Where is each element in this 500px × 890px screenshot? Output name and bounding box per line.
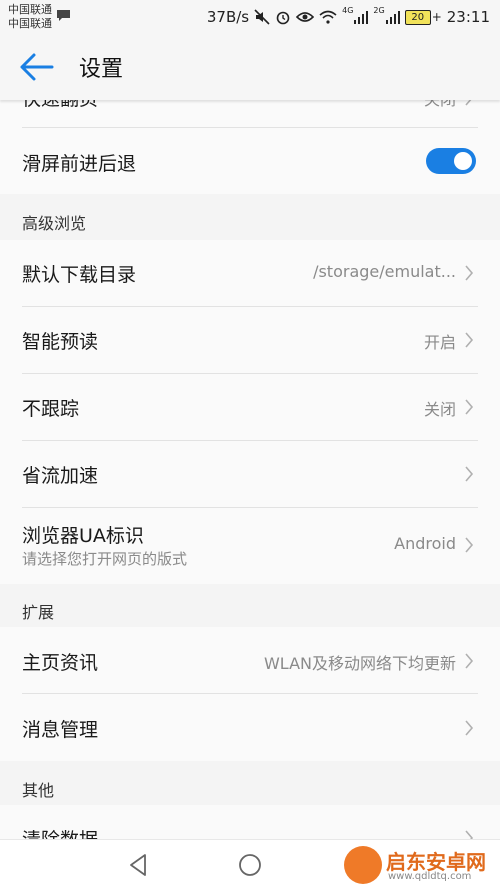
setting-user-agent[interactable]: 浏览器UA标识 请选择您打开网页的版式 Android — [0, 508, 500, 584]
message-icon — [57, 10, 70, 21]
setting-value: 关闭 — [424, 100, 456, 110]
alarm-icon — [276, 11, 290, 25]
chevron-right-icon — [465, 466, 474, 482]
toggle-knob — [454, 152, 472, 170]
chevron-right-icon — [465, 265, 474, 281]
signal-icon-2 — [385, 11, 400, 24]
setting-smart-preload[interactable]: 智能预读 开启 — [0, 307, 500, 373]
section-header-other: 其他 — [22, 781, 55, 800]
watermark-url: www.qdldtq.com — [388, 871, 472, 882]
chevron-right-icon — [465, 720, 474, 736]
setting-clear-data[interactable]: 清除数据 — [0, 805, 500, 839]
setting-value: WLAN及移动网络下均更新 — [263, 654, 456, 673]
setting-value: 关闭 — [423, 400, 456, 419]
battery-icon: 20 — [404, 9, 431, 25]
setting-label: 快速翻页 — [22, 100, 98, 111]
setting-download-dir[interactable]: 默认下载目录 /storage/emulat... — [0, 240, 500, 306]
section-header-advanced: 高级浏览 — [22, 214, 87, 233]
chevron-right-icon — [465, 399, 474, 415]
status-bar: 中国联通 中国联通 37B/s 4G 2G 20 + 23:11 — [0, 0, 500, 34]
setting-label: 消息管理 — [22, 719, 99, 741]
eye-icon — [296, 12, 315, 22]
signal-label-2: 2G — [373, 6, 385, 15]
navigation-bar: 启东安卓网 www.qdldtq.com — [0, 839, 500, 890]
settings-card-basic: 快速翻页 关闭 滑屏前进后退 — [0, 100, 500, 194]
net-speed: 37B/s — [206, 8, 250, 26]
setting-value: 开启 — [423, 333, 456, 352]
chevron-right-icon — [465, 332, 474, 348]
setting-message-management[interactable]: 消息管理 — [0, 694, 500, 761]
nav-home-icon[interactable] — [237, 852, 263, 878]
back-arrow-icon[interactable] — [18, 50, 56, 84]
setting-label: 清除数据 — [22, 825, 98, 839]
watermark-icon — [344, 846, 382, 884]
settings-card-other: 清除数据 — [0, 805, 500, 839]
charging-icon: + — [431, 10, 442, 24]
wifi-icon — [319, 10, 337, 24]
signal-icon-1 — [354, 11, 369, 24]
setting-label: 浏览器UA标识 — [22, 525, 144, 547]
setting-label: 主页资讯 — [22, 652, 99, 674]
setting-value: Android — [394, 534, 456, 553]
setting-swipe-nav[interactable]: 滑屏前进后退 — [0, 128, 500, 194]
chevron-right-icon — [465, 537, 474, 553]
carrier-2: 中国联通 — [8, 17, 52, 30]
mute-icon — [254, 9, 270, 25]
settings-card-advanced: 默认下载目录 /storage/emulat... 智能预读 开启 不跟踪 关闭… — [0, 240, 500, 584]
chevron-right-icon — [465, 830, 474, 839]
chevron-right-icon — [465, 653, 474, 669]
setting-label: 智能预读 — [22, 331, 99, 353]
page-title: 设置 — [79, 57, 124, 82]
setting-label: 默认下载目录 — [22, 264, 137, 286]
watermark-logo: 启东安卓网 www.qdldtq.com — [344, 844, 494, 888]
swipe-nav-toggle[interactable] — [426, 148, 476, 174]
settings-card-extension: 主页资讯 WLAN及移动网络下均更新 消息管理 — [0, 627, 500, 761]
setting-homepage-news[interactable]: 主页资讯 WLAN及移动网络下均更新 — [0, 627, 500, 693]
clock: 23:11 — [446, 8, 490, 26]
setting-data-saver[interactable]: 省流加速 — [0, 441, 500, 507]
setting-subtitle: 请选择您打开网页的版式 — [22, 550, 188, 568]
setting-label: 不跟踪 — [22, 398, 80, 420]
setting-value: /storage/emulat... — [313, 262, 456, 281]
toolbar: 设置 — [0, 34, 500, 100]
signal-label-1: 4G — [342, 6, 354, 15]
status-right: 37B/s 4G 2G 20 + 23:11 — [207, 6, 490, 28]
setting-quick-page[interactable]: 快速翻页 关闭 — [0, 100, 500, 127]
settings-list[interactable]: 快速翻页 关闭 滑屏前进后退 高级浏览 默认下载目录 /storage/emul… — [0, 100, 500, 839]
carrier-1: 中国联通 — [8, 3, 52, 16]
setting-label: 滑屏前进后退 — [22, 153, 137, 175]
section-header-extension: 扩展 — [22, 603, 55, 622]
nav-back-icon[interactable] — [126, 852, 152, 878]
setting-label: 省流加速 — [22, 465, 99, 487]
chevron-right-icon — [465, 100, 472, 106]
setting-do-not-track[interactable]: 不跟踪 关闭 — [0, 374, 500, 440]
